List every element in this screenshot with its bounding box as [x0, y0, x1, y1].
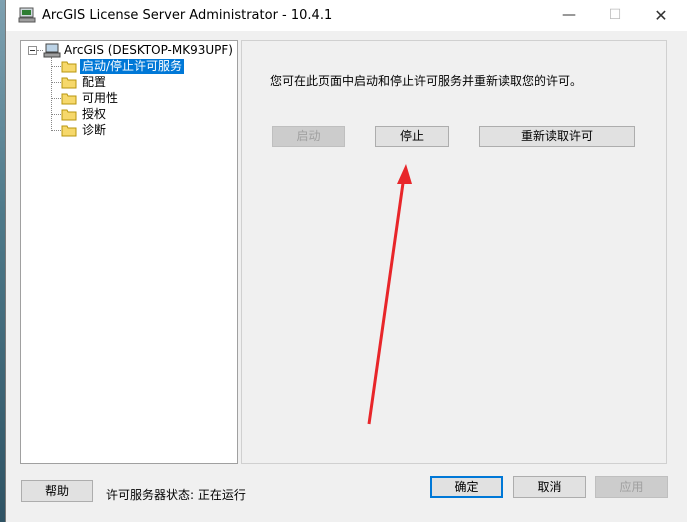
annotation-arrow — [367, 164, 412, 425]
